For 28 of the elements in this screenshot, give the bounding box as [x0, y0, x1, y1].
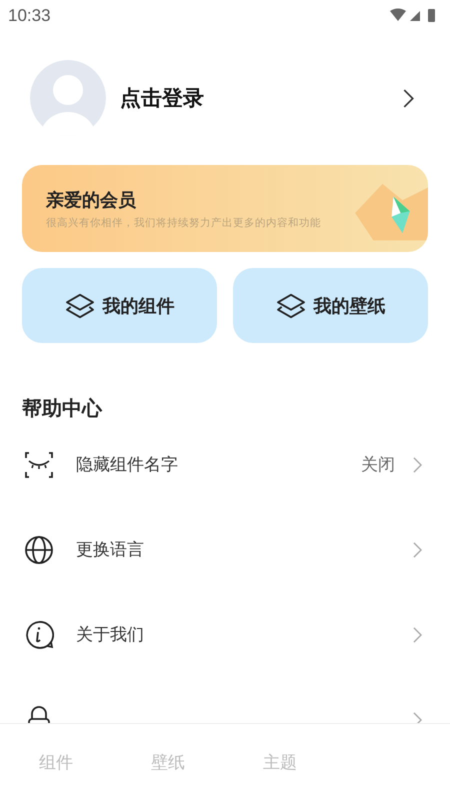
- login-text: 点击登录: [120, 85, 205, 112]
- chevron-icon: [413, 456, 422, 472]
- shortcut-button[interactable]: 我的壁纸: [233, 268, 428, 343]
- login-row[interactable]: 点击登录: [22, 60, 428, 136]
- closed-eye-icon: [24, 450, 54, 480]
- settings-row[interactable]: 隐藏组件名字 关闭: [22, 422, 428, 507]
- member-subtitle: 很高兴有你相伴，我们将持续努力产出更多的内容和功能: [46, 216, 322, 230]
- shortcut-button[interactable]: 我的组件: [22, 268, 217, 343]
- row-label: 关于我们: [76, 624, 145, 646]
- settings-row[interactable]: 关于我们: [22, 592, 428, 677]
- status-icons: [390, 7, 436, 25]
- row-label: 隐藏组件名字: [76, 454, 179, 476]
- member-card[interactable]: 亲爱的会员 很高兴有你相伴，我们将持续努力产出更多的内容和功能: [22, 165, 428, 252]
- status-time: 10:33: [8, 6, 51, 26]
- chevron-icon: [413, 542, 422, 558]
- settings-row[interactable]: 更换语言: [22, 507, 428, 592]
- info-icon: [24, 620, 54, 650]
- globe-icon: [24, 534, 54, 564]
- row-value: 关闭: [361, 454, 395, 476]
- section-title: 帮助中心: [22, 395, 104, 422]
- chevron-icon: [413, 626, 422, 642]
- chevron-icon: [403, 88, 414, 108]
- member-title: 亲爱的会员: [46, 188, 137, 212]
- avatar-icon: [30, 60, 106, 136]
- layers-icon: [276, 292, 306, 318]
- layers-icon: [64, 292, 94, 318]
- row-label: 更换语言: [76, 539, 145, 561]
- chevron-icon: [413, 712, 422, 723]
